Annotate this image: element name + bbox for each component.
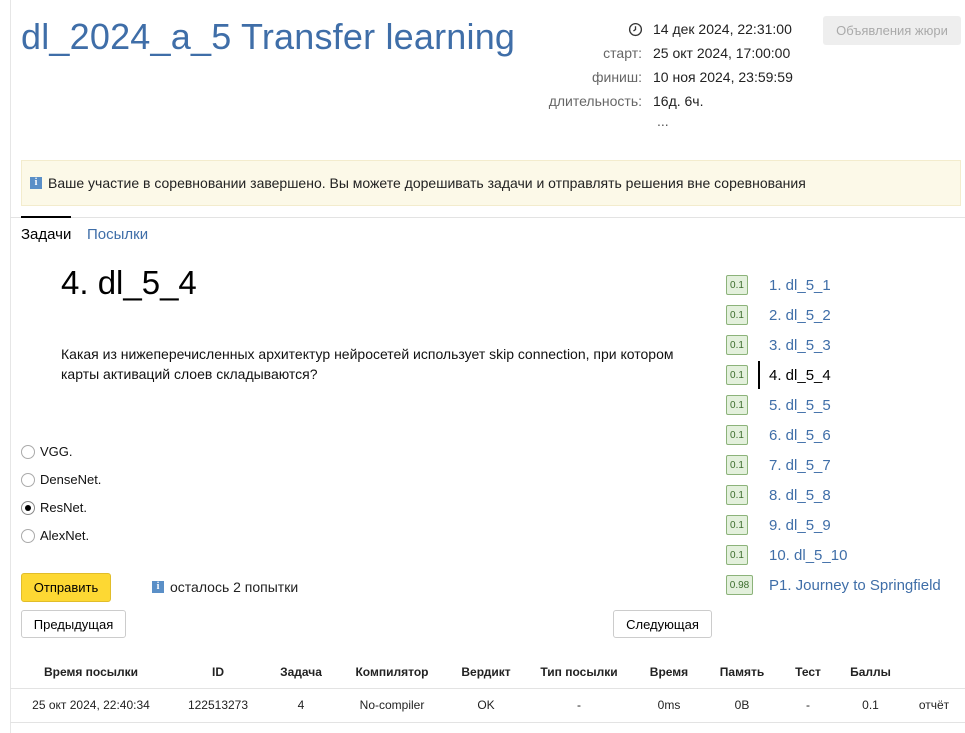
problem-statement: Какая из нижеперечисленных архитектур не…: [61, 346, 674, 382]
submission-verdict: OK: [446, 687, 526, 723]
submission-type: -: [526, 687, 632, 723]
tabs-divider: [10, 217, 965, 218]
score-badge: 0.1: [726, 275, 748, 295]
radio-button[interactable]: [21, 472, 35, 487]
column-header: Вердикт: [461, 664, 511, 679]
score-badge: 0.1: [726, 305, 748, 325]
table-header-row: Время посылки ID Задача Компилятор Верди…: [10, 656, 965, 688]
column-header: Время посылки: [43, 664, 139, 679]
tab-submissions[interactable]: Посылки: [87, 226, 148, 243]
problem-link[interactable]: P1. Journey to Springfield: [769, 577, 941, 594]
previous-problem-button[interactable]: Предыдущая: [21, 610, 126, 638]
score-badge: 0.1: [726, 545, 748, 565]
option-label: VGG.: [40, 444, 73, 459]
option-label: AlexNet.: [40, 528, 90, 543]
option-vgg[interactable]: VGG.: [21, 444, 73, 459]
active-tab-indicator: [21, 216, 71, 218]
submission-memory: 0B: [706, 687, 778, 723]
problem-list-item[interactable]: 0.1 6. dl_5_6: [726, 424, 831, 446]
radio-button-selected[interactable]: [21, 500, 35, 515]
problem-title: 4. dl_5_4: [61, 264, 197, 301]
submit-button[interactable]: Отправить: [21, 573, 111, 602]
notice-text: Ваше участие в соревновании завершено. В…: [48, 175, 806, 191]
attempts-text: осталось 2 попытки: [170, 579, 299, 595]
submission-test: -: [778, 687, 838, 723]
duration-value: 16д. 6ч.: [653, 93, 704, 109]
score-badge: 0.1: [726, 485, 748, 505]
duration-label: длительность:: [548, 93, 642, 109]
problem-list-item-current[interactable]: 0.1 4. dl_5_4: [726, 361, 831, 389]
submission-time: 25 окт 2024, 22:40:34: [10, 687, 172, 723]
radio-button[interactable]: [21, 444, 35, 459]
problem-link-current[interactable]: 4. dl_5_4: [769, 367, 831, 384]
problem-link[interactable]: 2. dl_5_2: [769, 307, 831, 324]
column-header: [903, 656, 965, 688]
problem-link[interactable]: 5. dl_5_5: [769, 397, 831, 414]
option-resnet[interactable]: ResNet.: [21, 500, 87, 515]
clock-icon: [628, 22, 643, 37]
contest-finished-notice: i Ваше участие в соревновании завершено.…: [21, 160, 961, 206]
column-header: Время: [649, 664, 689, 679]
problem-list-item[interactable]: 0.1 3. dl_5_3: [726, 334, 831, 356]
finish-value: 10 ноя 2024, 23:59:59: [653, 69, 793, 85]
score-badge: 0.1: [726, 365, 748, 385]
problem-list-item[interactable]: 0.1 5. dl_5_5: [726, 394, 831, 416]
problem-link[interactable]: 7. dl_5_7: [769, 457, 831, 474]
radio-button[interactable]: [21, 528, 35, 543]
problem-list-item[interactable]: 0.1 7. dl_5_7: [726, 454, 831, 476]
submission-compiler: No-compiler: [338, 687, 446, 723]
tab-problems[interactable]: Задачи: [21, 226, 71, 243]
current-problem-marker: [758, 361, 760, 389]
column-header: ID: [212, 664, 224, 679]
problem-link[interactable]: 6. dl_5_6: [769, 427, 831, 444]
problem-link[interactable]: 9. dl_5_9: [769, 517, 831, 534]
option-label: DenseNet.: [40, 472, 102, 487]
problem-list-item[interactable]: 0.1 9. dl_5_9: [726, 514, 831, 536]
score-badge: 0.1: [726, 515, 748, 535]
table-row: 25 окт 2024, 22:40:34 122513273 4 No-com…: [10, 687, 965, 723]
score-badge: 0.1: [726, 425, 748, 445]
problem-link[interactable]: 1. dl_5_1: [769, 277, 831, 294]
info-icon: i: [152, 581, 164, 593]
attempts-remaining: i осталось 2 попытки: [152, 579, 298, 595]
option-alexnet[interactable]: AlexNet.: [21, 528, 89, 543]
submission-score: 0.1: [838, 687, 903, 723]
submission-problem: 4: [264, 687, 338, 723]
more-ellipsis[interactable]: ...: [657, 113, 669, 129]
problem-list-item[interactable]: 0.1 1. dl_5_1: [726, 274, 831, 296]
report-link[interactable]: отчёт: [903, 687, 965, 723]
problem-list-item[interactable]: 0.1 2. dl_5_2: [726, 304, 831, 326]
column-header: Задача: [280, 664, 322, 679]
column-header: Тест: [795, 664, 821, 679]
contest-title: dl_2024_a_5 Transfer learning: [21, 16, 516, 57]
problem-list-item[interactable]: 0.98 P1. Journey to Springfield: [726, 574, 941, 596]
option-label: ResNet.: [40, 500, 87, 515]
start-value: 25 окт 2024, 17:00:00: [653, 45, 791, 61]
problem-link[interactable]: 8. dl_5_8: [769, 487, 831, 504]
next-problem-button[interactable]: Следующая: [613, 610, 712, 638]
submission-id: 122513273: [172, 687, 264, 723]
column-header: Баллы: [850, 664, 891, 679]
option-densenet[interactable]: DenseNet.: [21, 472, 101, 487]
submissions-table: Время посылки ID Задача Компилятор Верди…: [10, 656, 965, 723]
submission-run-time: 0ms: [632, 687, 706, 723]
jury-announcements-button[interactable]: Объявления жюри: [823, 16, 961, 45]
finish-label: финиш:: [591, 69, 642, 85]
info-icon: i: [30, 177, 42, 189]
column-header: Тип посылки: [540, 664, 618, 679]
problem-list-item[interactable]: 0.1 10. dl_5_10: [726, 544, 847, 566]
problem-link[interactable]: 10. dl_5_10: [769, 547, 847, 564]
column-header: Компилятор: [355, 664, 429, 679]
score-badge: 0.98: [726, 575, 753, 595]
score-badge: 0.1: [726, 335, 748, 355]
start-label: старт:: [603, 45, 642, 61]
score-badge: 0.1: [726, 395, 748, 415]
problem-link[interactable]: 3. dl_5_3: [769, 337, 831, 354]
column-header: Память: [719, 664, 765, 679]
problem-list-item[interactable]: 0.1 8. dl_5_8: [726, 484, 831, 506]
score-badge: 0.1: [726, 455, 748, 475]
current-time: 14 дек 2024, 22:31:00: [653, 21, 792, 37]
